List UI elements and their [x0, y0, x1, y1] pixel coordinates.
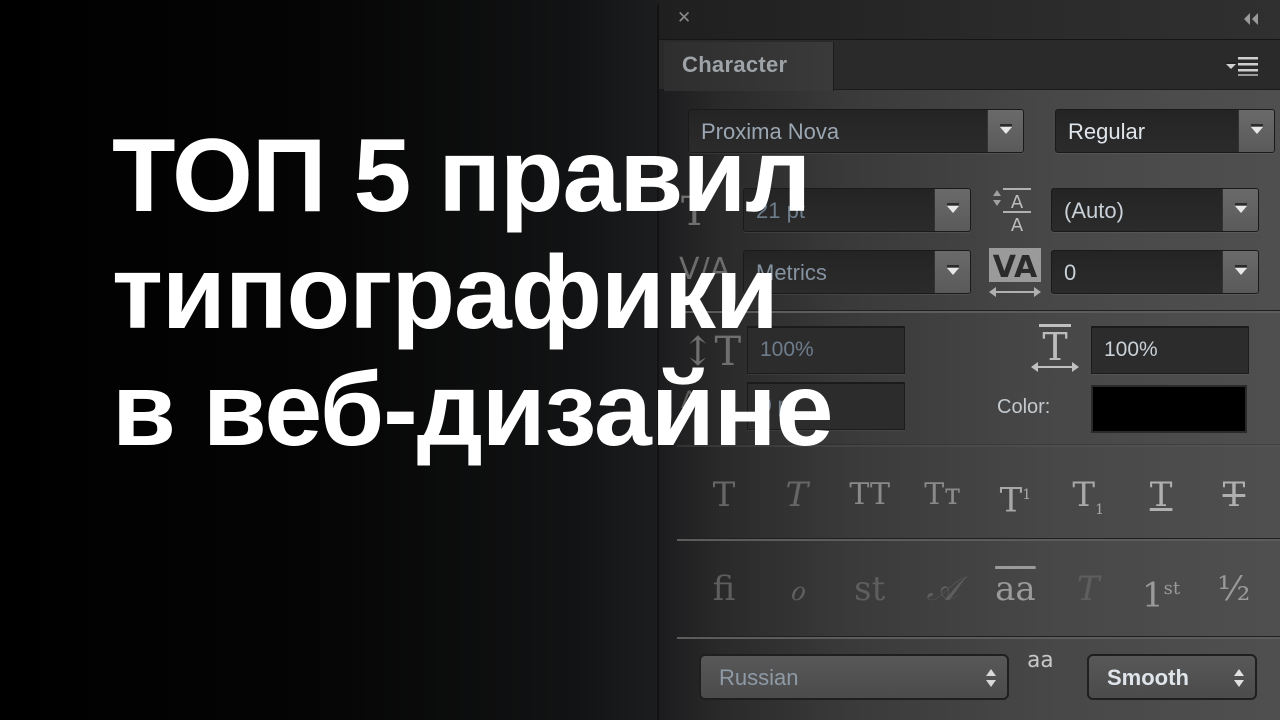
tracking-value: 0 [1064, 260, 1077, 285]
antialias-select[interactable]: Smooth [1087, 654, 1257, 700]
headline: ТОП 5 правил типографики в веб-дизайне [112, 118, 833, 469]
chevron-down-icon[interactable] [1238, 110, 1274, 152]
font-style-value: Regular [1068, 119, 1146, 144]
leading-icon: A A [993, 188, 1031, 236]
svg-text:VA: VA [993, 250, 1038, 285]
headline-line-2: типографики [112, 235, 779, 351]
stylistic-alternates-button[interactable]: aa [990, 562, 1040, 616]
tracking-icon: VA [989, 248, 1041, 297]
contextual-alternates-button[interactable]: ℴ [772, 562, 822, 616]
tracking-dropdown[interactable]: 0 [1051, 250, 1259, 294]
titling-alternates-button[interactable]: T [1063, 562, 1113, 616]
ordinals-button[interactable]: 1st [1136, 562, 1186, 616]
small-caps-button[interactable]: Tт [918, 471, 968, 519]
leading-value: (Auto) [1064, 198, 1124, 223]
chevron-down-icon[interactable] [934, 189, 970, 231]
swash-button[interactable]: 𝒜 [918, 562, 968, 616]
divider [677, 538, 1280, 541]
collapse-panel-icon[interactable] [1242, 12, 1262, 26]
standard-ligatures-button[interactable]: ﬁ [699, 562, 749, 616]
chevron-down-icon[interactable] [1222, 251, 1258, 293]
superscript-button[interactable]: T1 [990, 471, 1040, 520]
color-label: Color: [997, 396, 1051, 418]
chevron-down-icon[interactable] [934, 251, 970, 293]
all-caps-button[interactable]: TT [845, 471, 895, 519]
tab-character[interactable]: Character [664, 42, 834, 91]
svg-text:A: A [1011, 215, 1024, 236]
language-value: Russian [719, 665, 799, 690]
leading-dropdown[interactable]: (Auto) [1051, 188, 1259, 232]
headline-line-1: ТОП 5 правил [112, 118, 811, 234]
fractions-button[interactable]: ½ [1209, 562, 1259, 616]
panel-menu-icon[interactable] [1226, 56, 1260, 76]
language-select[interactable]: Russian [699, 654, 1009, 700]
antialias-icon: aa [1027, 648, 1054, 673]
panel-title-bar: ✕ [659, 0, 1280, 40]
updown-arrows-icon [1234, 669, 1244, 687]
divider [677, 636, 1280, 639]
opentype-buttons: ﬁ ℴ st 𝒜 aa T 1st ½ [699, 562, 1259, 616]
horizontal-scale-value: 100% [1104, 338, 1158, 361]
panel-tabstrip: Character [659, 40, 1280, 91]
svg-text:T: T [1042, 325, 1067, 369]
strikethrough-button[interactable]: T [1209, 471, 1259, 519]
horizontal-scale-icon: T [1031, 324, 1079, 372]
discretionary-ligatures-button[interactable]: st [845, 562, 895, 616]
svg-text:A: A [1011, 192, 1024, 213]
faux-italic-button[interactable]: T [772, 471, 822, 519]
chevron-down-icon[interactable] [1222, 189, 1258, 231]
faux-bold-button[interactable]: T [699, 471, 749, 519]
headline-line-3: в веб-дизайне [112, 352, 833, 468]
updown-arrows-icon [986, 669, 996, 687]
antialias-value: Smooth [1107, 665, 1189, 690]
chevron-down-icon[interactable] [987, 110, 1023, 152]
type-style-buttons: T T TT Tт T1 T1 T T [699, 470, 1259, 520]
color-swatch[interactable] [1091, 385, 1247, 433]
subscript-button[interactable]: T1 [1063, 471, 1113, 519]
font-style-dropdown[interactable]: Regular [1055, 109, 1275, 153]
close-icon[interactable]: ✕ [677, 10, 693, 27]
horizontal-scale-input[interactable]: 100% [1091, 326, 1249, 374]
underline-button[interactable]: T [1136, 471, 1186, 519]
